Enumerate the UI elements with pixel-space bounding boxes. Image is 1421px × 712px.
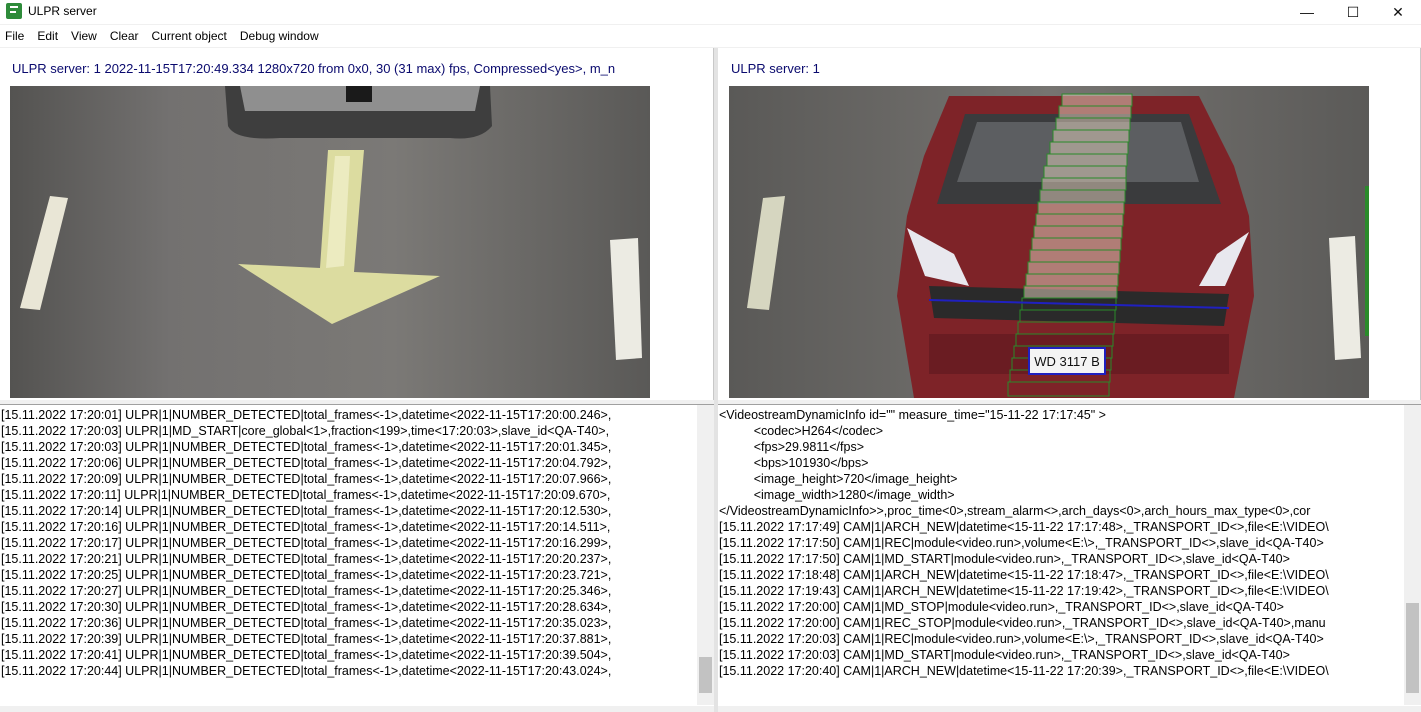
menu-file[interactable]: File <box>5 26 24 46</box>
minimize-button[interactable]: — <box>1284 0 1330 24</box>
log-line: <image_width>1280</image_width> <box>719 488 955 502</box>
log-line: [15.11.2022 17:20:21] ULPR|1|NUMBER_DETE… <box>1 552 612 566</box>
title-bar: ULPR server — ☐ ✕ <box>0 0 1421 24</box>
window-title: ULPR server <box>28 4 97 18</box>
log-line: <image_height>720</image_height> <box>719 472 958 486</box>
left-log-lines: [15.11.2022 17:20:01] ULPR|1|NUMBER_DETE… <box>1 407 611 679</box>
left-scroll-thumb[interactable] <box>699 657 712 693</box>
log-line: <fps>29.9811</fps> <box>719 440 865 454</box>
log-line: [15.11.2022 17:17:50] CAM|1|REC|module<v… <box>719 536 1324 550</box>
log-line: [15.11.2022 17:20:36] ULPR|1|NUMBER_DETE… <box>1 616 612 630</box>
log-line: [15.11.2022 17:20:09] ULPR|1|NUMBER_DETE… <box>1 472 612 486</box>
plate-text: WD 3117 B <box>1034 354 1100 369</box>
menu-current-object[interactable]: Current object <box>152 26 227 46</box>
log-line: [15.11.2022 17:20:30] ULPR|1|NUMBER_DETE… <box>1 600 612 614</box>
right-log-panel[interactable]: <VideostreamDynamicInfo id="" measure_ti… <box>718 404 1421 712</box>
left-video-pane: ULPR server: 1 2022-11-15T17:20:49.334 1… <box>0 48 714 400</box>
log-line: [15.11.2022 17:20:03] ULPR|1|NUMBER_DETE… <box>1 440 612 454</box>
close-button[interactable]: ✕ <box>1375 0 1421 24</box>
right-log-lines: <VideostreamDynamicInfo id="" measure_ti… <box>719 407 1329 679</box>
log-line: [15.11.2022 17:17:50] CAM|1|MD_START|mod… <box>719 552 1290 566</box>
log-line: </VideostreamDynamicInfo>>,proc_time<0>,… <box>719 504 1311 518</box>
log-line: [15.11.2022 17:20:14] ULPR|1|NUMBER_DETE… <box>1 504 612 518</box>
log-line: [15.11.2022 17:17:49] CAM|1|ARCH_NEW|dat… <box>719 520 1329 534</box>
right-log-scrollbar[interactable] <box>1404 405 1421 705</box>
menu-clear[interactable]: Clear <box>110 26 139 46</box>
right-scroll-thumb[interactable] <box>1406 603 1419 693</box>
log-line: [15.11.2022 17:20:25] ULPR|1|NUMBER_DETE… <box>1 568 612 582</box>
road-arrow-image <box>10 86 650 398</box>
car-detection-image: WD 3117 B <box>729 86 1369 398</box>
log-line: [15.11.2022 17:20:40] CAM|1|ARCH_NEW|dat… <box>719 664 1329 678</box>
log-line: <bps>101930</bps> <box>719 456 869 470</box>
log-line: [15.11.2022 17:19:43] CAM|1|ARCH_NEW|dat… <box>719 584 1329 598</box>
log-line: [15.11.2022 17:20:27] ULPR|1|NUMBER_DETE… <box>1 584 612 598</box>
menu-view[interactable]: View <box>71 26 97 46</box>
maximize-button[interactable]: ☐ <box>1330 0 1376 24</box>
log-line: [15.11.2022 17:18:48] CAM|1|ARCH_NEW|dat… <box>719 568 1329 582</box>
left-camera-frame[interactable] <box>10 86 650 398</box>
log-line: [15.11.2022 17:20:16] ULPR|1|NUMBER_DETE… <box>1 520 611 534</box>
log-line: [15.11.2022 17:20:39] ULPR|1|NUMBER_DETE… <box>1 632 612 646</box>
log-line: [15.11.2022 17:20:03] ULPR|1|MD_START|co… <box>1 424 610 438</box>
app-icon <box>6 3 22 19</box>
log-line: [15.11.2022 17:20:00] CAM|1|REC_STOP|mod… <box>719 616 1326 630</box>
menu-bar: File Edit View Clear Current object Debu… <box>0 25 1421 47</box>
log-line: [15.11.2022 17:20:03] CAM|1|MD_START|mod… <box>719 648 1290 662</box>
log-line: [15.11.2022 17:20:11] ULPR|1|NUMBER_DETE… <box>1 488 611 502</box>
right-pane-caption: ULPR server: 1 <box>731 61 820 76</box>
log-line: [15.11.2022 17:20:17] ULPR|1|NUMBER_DETE… <box>1 536 612 550</box>
left-log-panel[interactable]: [15.11.2022 17:20:01] ULPR|1|NUMBER_DETE… <box>0 404 714 712</box>
log-line: [15.11.2022 17:20:00] CAM|1|MD_STOP|modu… <box>719 600 1284 614</box>
left-log-hscroll[interactable] <box>0 706 714 712</box>
right-video-pane: ULPR server: 1 WD 3117 B <box>718 48 1421 400</box>
log-line: [15.11.2022 17:20:06] ULPR|1|NUMBER_DETE… <box>1 456 612 470</box>
log-line: [15.11.2022 17:20:44] ULPR|1|NUMBER_DETE… <box>1 664 612 678</box>
log-line: [15.11.2022 17:20:41] ULPR|1|NUMBER_DETE… <box>1 648 612 662</box>
left-log-scrollbar[interactable] <box>697 405 714 705</box>
log-line: <codec>H264</codec> <box>719 424 883 438</box>
right-log-hscroll[interactable] <box>718 706 1421 712</box>
right-camera-frame[interactable]: WD 3117 B <box>729 86 1369 398</box>
log-line: <VideostreamDynamicInfo id="" measure_ti… <box>719 408 1106 422</box>
menu-edit[interactable]: Edit <box>37 26 58 46</box>
menu-debug-window[interactable]: Debug window <box>240 26 319 46</box>
log-line: [15.11.2022 17:20:03] CAM|1|REC|module<v… <box>719 632 1324 646</box>
log-line: [15.11.2022 17:20:01] ULPR|1|NUMBER_DETE… <box>1 408 612 422</box>
left-pane-caption: ULPR server: 1 2022-11-15T17:20:49.334 1… <box>12 61 616 76</box>
